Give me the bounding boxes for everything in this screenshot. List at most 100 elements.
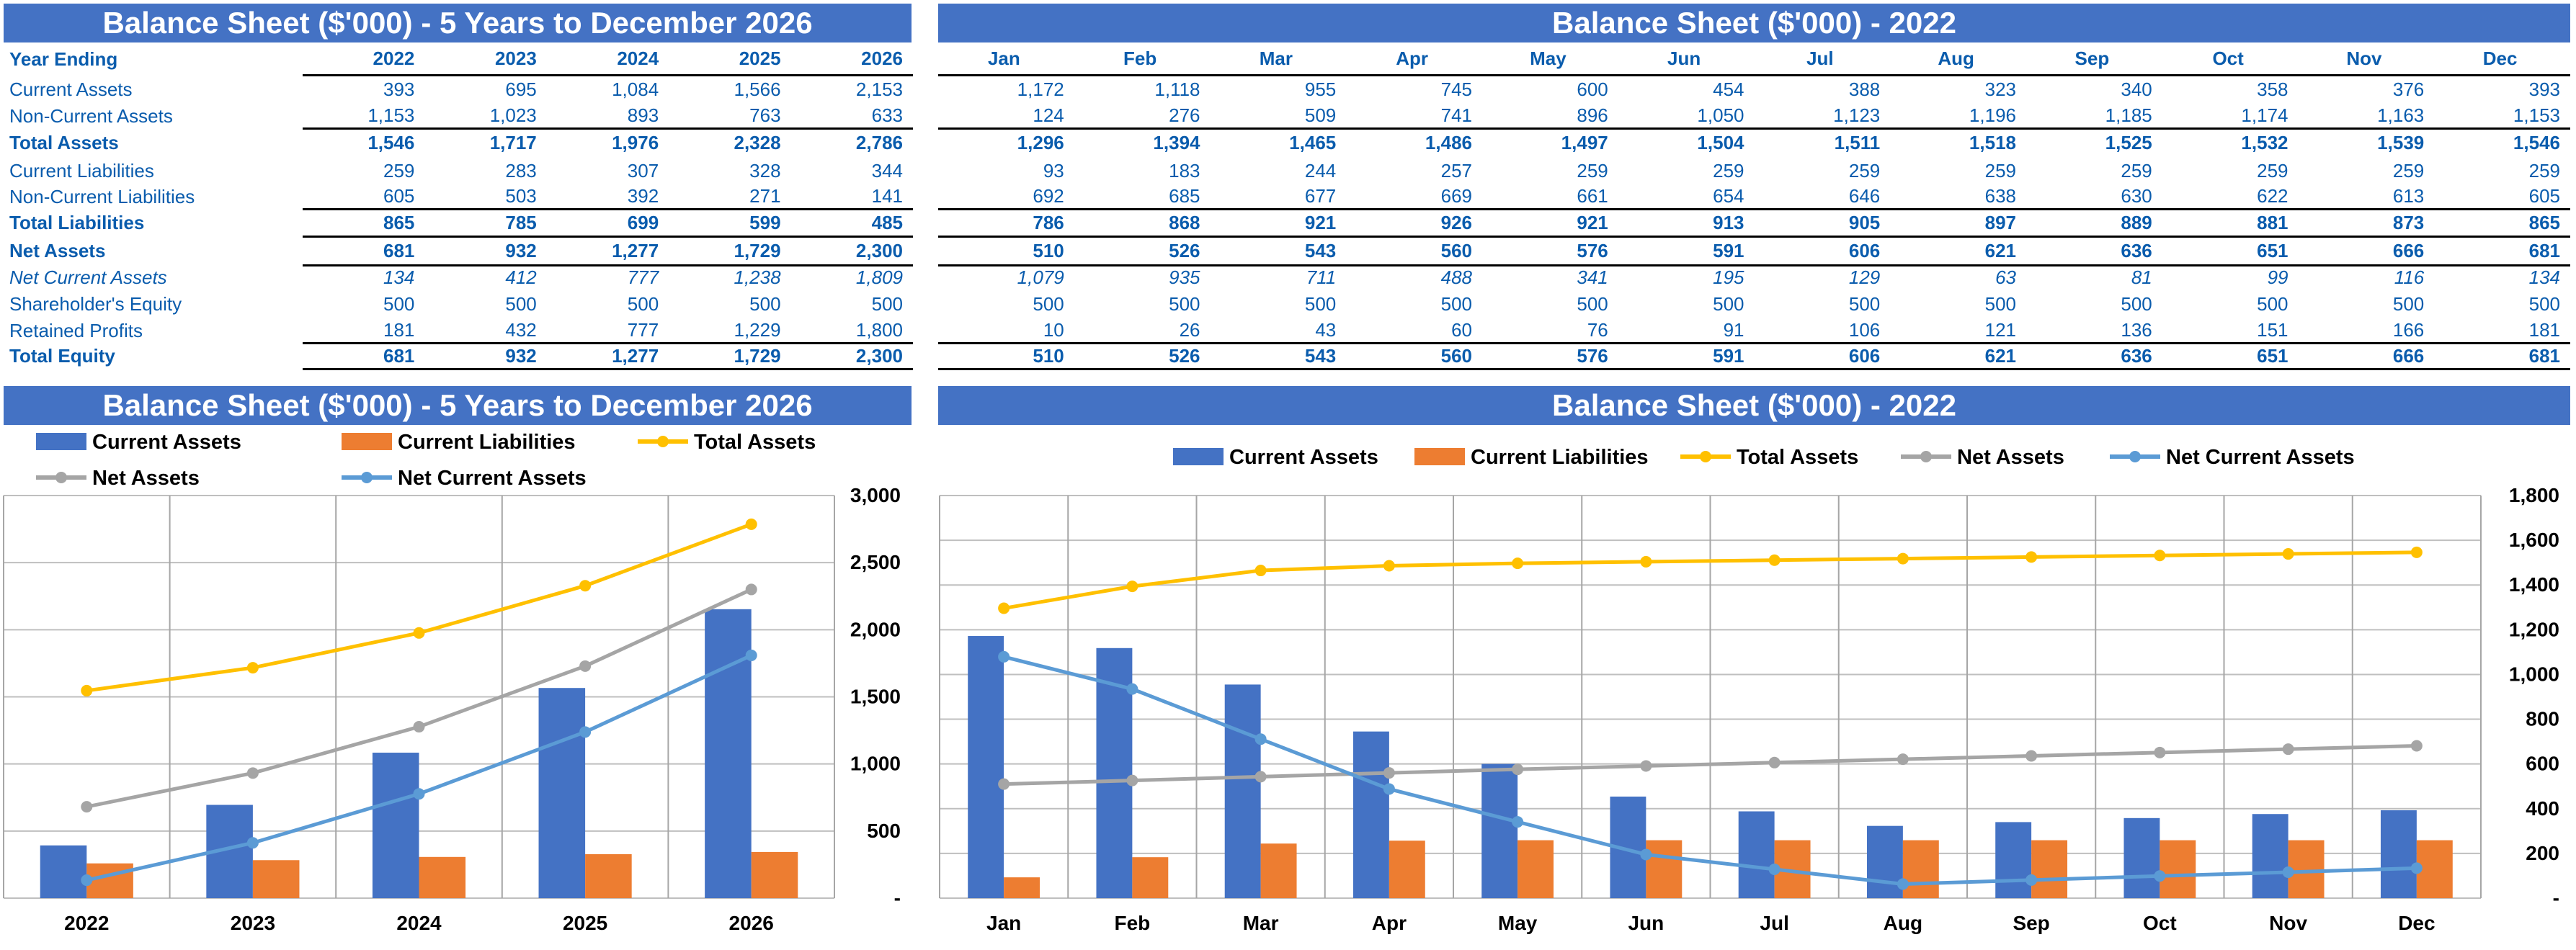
row-label: Net Assets (9, 239, 106, 261)
table-cell: 2,328 (669, 127, 791, 157)
table-row: 1,172 1,118 955 745 600 454 388 323 340 358 376 393 (938, 75, 2570, 104)
table-cell: 432 (505, 318, 537, 341)
table-cell: 526 (1074, 235, 1211, 265)
table-cell: 932 (424, 235, 547, 265)
legend-marker (1920, 451, 1932, 462)
table-cell: 636 (2026, 341, 2162, 370)
table-cell: 1,023 (489, 104, 537, 126)
table-row: 786 868 921 926 921 913 905 897 889 881 873 865 (938, 207, 2570, 236)
legend-swatch (36, 433, 86, 450)
y-tick-label: 2,000 (850, 618, 901, 640)
point-net-current-assets (81, 874, 93, 887)
table-cell: 622 (2257, 184, 2288, 207)
monthly-chart-title: Balance Sheet ($'000) - 2022 (938, 386, 2570, 425)
column-header: 2025 (669, 43, 791, 76)
table-cell: 905 (1754, 207, 1891, 236)
y-tick-label: 1,500 (850, 686, 901, 708)
table-cell: 257 (1440, 159, 1472, 182)
row-label: Net Current Assets (9, 266, 167, 288)
table-cell: 500 (871, 292, 903, 315)
legend-swatch (1414, 448, 1465, 465)
table-cell: 183 (1169, 159, 1200, 182)
x-tick-label: Dec (2398, 912, 2435, 934)
table-cell: 651 (2162, 341, 2299, 370)
bar-current-assets (538, 688, 586, 898)
table-cell: 500 (1440, 292, 1472, 315)
legend-marker (55, 472, 67, 483)
table-cell: 651 (2162, 235, 2299, 265)
table-cell: 412 (424, 264, 547, 290)
column-header: Sep (2026, 43, 2162, 76)
table-cell: 605 (383, 184, 415, 207)
table-cell: 1,566 (734, 79, 781, 101)
bar-current-liabilities (2031, 840, 2068, 898)
table-cell: 1,079 (938, 264, 1074, 290)
table-cell: 599 (669, 207, 791, 236)
point-net-current-assets (998, 650, 1010, 663)
point-net-current-assets (2025, 874, 2038, 886)
table-cell: 271 (749, 184, 781, 207)
table-row: Total Assets 1,546 1,717 1,976 2,328 2,786 (4, 127, 913, 157)
column-header: Nov (2298, 43, 2435, 76)
bar-current-liabilities (2160, 840, 2196, 898)
bar-current-liabilities (1902, 840, 1939, 898)
table-cell: 1,394 (1074, 127, 1211, 157)
five-year-balance-table: Year Ending 2022 2023 2024 2025 2026 Current A… (4, 43, 913, 370)
table-cell: 91 (1723, 318, 1744, 341)
table-row: 510 526 543 560 576 591 606 621 636 651 666 681 (938, 235, 2570, 265)
table-cell: 376 (2392, 79, 2425, 101)
y-tick-label: 1,400 (2509, 573, 2559, 596)
table-cell: 1,174 (2241, 104, 2288, 126)
table-cell: 921 (1482, 207, 1618, 236)
legend-marker (1700, 451, 1711, 462)
point-net-current-assets (1768, 863, 1781, 875)
table-row: 10 26 43 60 76 91 106 121 136 151 166 181 (938, 318, 2570, 343)
point-net-assets (81, 801, 93, 813)
table-cell: 43 (1315, 318, 1337, 341)
legend-label: Current Assets (1229, 446, 1378, 469)
column-header: 2022 (303, 43, 425, 76)
table-cell: 488 (1346, 264, 1482, 290)
table-cell: 630 (2121, 184, 2152, 207)
table-cell: 1,546 (303, 127, 425, 157)
table-cell: 636 (2026, 235, 2162, 265)
point-net-assets (413, 721, 425, 733)
legend-label: Current Liabilities (1471, 446, 1649, 469)
table-cell: 259 (383, 159, 415, 182)
point-net-assets (1640, 760, 1652, 772)
x-tick-label: 2025 (563, 912, 607, 934)
table-row: Retained Profits 181 432 777 1,229 1,800 (4, 318, 913, 343)
table-cell: 454 (1713, 79, 1744, 101)
table-cell: 259 (2528, 159, 2560, 182)
table-cell: 276 (1169, 104, 1200, 126)
table-row: Net Current Assets 134 412 777 1,238 1,809 (4, 264, 913, 290)
table-cell: 500 (2257, 292, 2288, 315)
table-cell: 129 (1754, 264, 1891, 290)
table-row: 500 500 500 500 500 500 500 500 500 500 500 500 (938, 290, 2570, 318)
table-row: Shareholder's Equity 500 500 500 500 500 (4, 290, 913, 318)
legend-label: Net Assets (92, 467, 200, 490)
table-cell: 621 (1890, 341, 2026, 370)
table-cell: 661 (1577, 184, 1608, 207)
monthly-balance-table: Jan Feb Mar Apr May Jun Jul Aug Sep Oct Nov Dec 1,17… (938, 43, 2570, 370)
table-cell: 141 (871, 184, 903, 207)
y-tick-label: - (894, 887, 901, 909)
point-total-assets (2410, 546, 2423, 558)
table-row: Non-Current Liabilities 605 503 392 271 141 (4, 184, 913, 209)
table-cell: 576 (1482, 341, 1618, 370)
point-net-current-assets (1383, 783, 1395, 795)
table-cell: 500 (1169, 292, 1200, 315)
table-cell: 606 (1754, 235, 1891, 265)
table-cell: 93 (1043, 159, 1064, 182)
table-row: 692 685 677 669 661 654 646 638 630 622 613 605 (938, 184, 2570, 209)
monthly-chart: - 200 400 600 800 1,000 1,200 1,400 1,600 1,800 Ja… (939, 446, 2559, 934)
table-cell: 500 (627, 292, 659, 315)
bar-current-assets (1352, 731, 1389, 898)
point-net-assets (1126, 774, 1138, 787)
table-cell: 1,277 (546, 235, 669, 265)
table-cell: 99 (2162, 264, 2299, 290)
table-cell: 76 (1587, 318, 1608, 341)
table-cell: 681 (303, 235, 425, 265)
bar-current-liabilities (1517, 840, 1554, 898)
table-cell: 692 (1033, 184, 1064, 207)
